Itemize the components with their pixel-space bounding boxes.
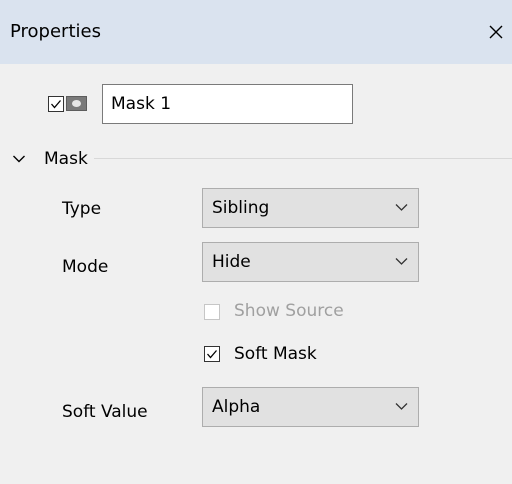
- soft-mask-label: Soft Mask: [234, 344, 317, 364]
- mode-label: Mode: [62, 257, 109, 277]
- type-dropdown[interactable]: Sibling: [202, 188, 419, 228]
- show-source-label: Show Source: [234, 301, 344, 321]
- panel-title: Properties: [10, 21, 101, 42]
- chevron-down-icon: [395, 204, 408, 211]
- type-dropdown-value: Sibling: [212, 198, 270, 218]
- mode-dropdown[interactable]: Hide: [202, 242, 419, 282]
- chevron-down-icon: [13, 155, 25, 163]
- section-divider: [94, 158, 512, 159]
- chevron-down-icon: [395, 403, 408, 410]
- soft-mask-checkbox[interactable]: [204, 346, 220, 362]
- mask-section-toggle[interactable]: [12, 146, 26, 172]
- panel-title-bar: Properties: [0, 0, 512, 64]
- soft-value-label: Soft Value: [62, 402, 148, 422]
- type-label: Type: [62, 199, 102, 219]
- checkmark-icon: [207, 350, 217, 359]
- layer-visible-checkbox[interactable]: [48, 96, 64, 112]
- mode-dropdown-value: Hide: [212, 252, 251, 272]
- close-button[interactable]: [482, 17, 510, 47]
- layer-name-input[interactable]: [102, 84, 353, 124]
- mask-thumbnail-icon: [66, 96, 87, 111]
- properties-panel: Properties Mask Type Sibling Mode Hide: [0, 0, 512, 484]
- soft-value-dropdown[interactable]: Alpha: [202, 387, 419, 427]
- checkmark-icon: [51, 100, 61, 109]
- chevron-down-icon: [395, 258, 408, 265]
- show-source-checkbox[interactable]: [204, 304, 220, 320]
- soft-value-dropdown-value: Alpha: [212, 397, 261, 417]
- mask-section-title: Mask: [44, 149, 88, 169]
- close-icon: [489, 25, 503, 39]
